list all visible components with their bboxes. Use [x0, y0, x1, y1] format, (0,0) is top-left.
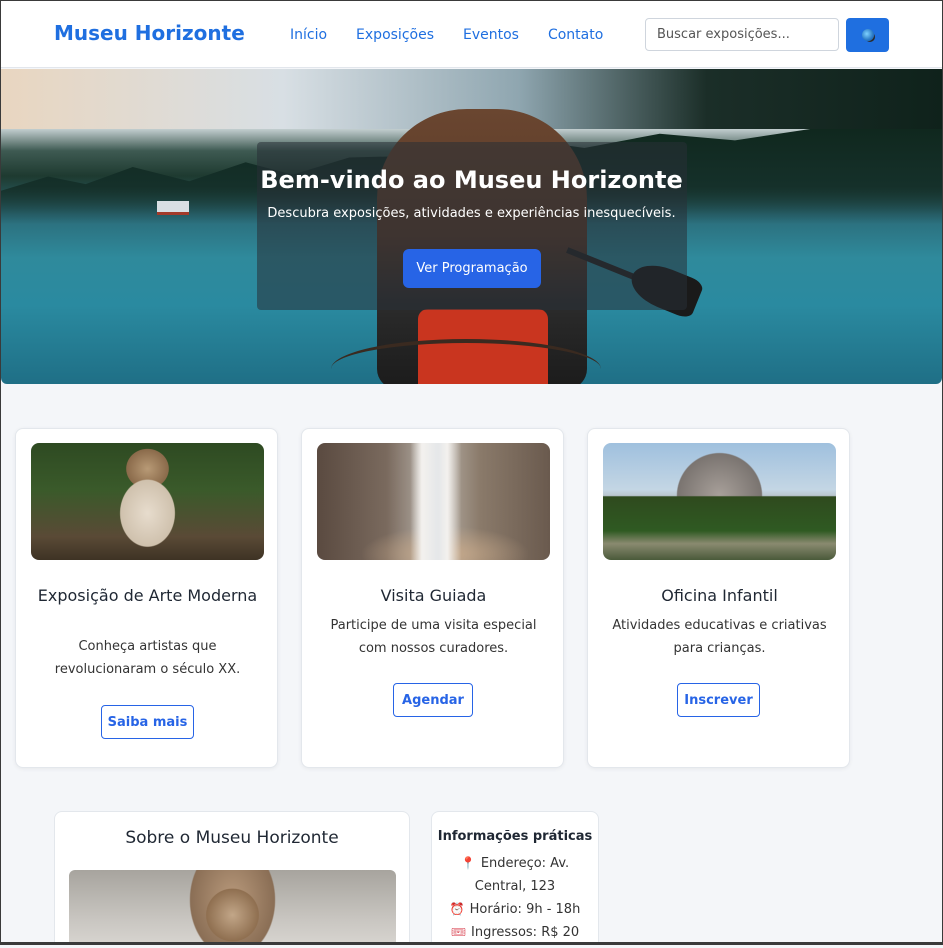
- enroll-button[interactable]: Inscrever: [677, 683, 760, 717]
- ticket-icon: 🎟: [450, 925, 467, 939]
- about-title: Sobre o Museu Horizonte: [125, 828, 339, 848]
- about-section: Sobre o Museu Horizonte: [54, 811, 410, 942]
- card-text: Atividades educativas e criativas para c…: [612, 618, 827, 656]
- nav-link-eventos[interactable]: Eventos: [463, 27, 519, 43]
- card-title: Visita Guiada: [380, 586, 487, 605]
- card-text: Participe de uma visita especial com nos…: [330, 618, 537, 656]
- practical-info: Informações práticas 📍 Endereço: Av. Cent…: [431, 811, 599, 942]
- hero-subtitle: Descubra exposições, atividades e experi…: [267, 206, 676, 221]
- card-image-forest: [603, 443, 836, 560]
- alarm-clock-icon: ⏰: [449, 902, 465, 916]
- main-nav: Início Exposições Eventos Contato: [290, 27, 632, 43]
- site-header: Museu Horizonte Início Exposições Evento…: [1, 1, 942, 68]
- card-image-pug: [31, 443, 264, 560]
- schedule-button[interactable]: Agendar: [393, 683, 473, 717]
- nav-link-inicio[interactable]: Início: [290, 27, 327, 43]
- search-input[interactable]: [645, 18, 839, 51]
- card-title: Oficina Infantil: [661, 586, 778, 605]
- info-address: 📍 Endereço: Av.: [440, 852, 590, 875]
- info-address-line2: Central, 123: [474, 879, 556, 894]
- search-button[interactable]: [846, 18, 889, 52]
- nav-link-exposicoes[interactable]: Exposições: [356, 27, 434, 43]
- site-logo[interactable]: Museu Horizonte: [54, 21, 245, 45]
- page-frame: Museu Horizonte Início Exposições Evento…: [0, 0, 943, 945]
- nav-link-contato[interactable]: Contato: [548, 27, 603, 43]
- card-image-waterfall: [317, 443, 550, 560]
- card-title: Exposição de Arte Moderna: [37, 586, 258, 605]
- card-kids-workshop: Oficina Infantil Atividades educativas e…: [587, 428, 850, 768]
- learn-more-button[interactable]: Saiba mais: [101, 705, 194, 739]
- hero-title: Bem-vindo ao Museu Horizonte: [260, 166, 683, 194]
- search-icon: [861, 29, 874, 41]
- card-modern-art: Exposição de Arte Moderna Conheça artist…: [15, 428, 278, 768]
- card-text: Conheça artistas que revolucionaram o sé…: [54, 639, 241, 677]
- card-guided-tour: Visita Guiada Participe de uma visita es…: [301, 428, 564, 768]
- info-tickets: 🎟 Ingressos: R$ 20: [440, 921, 590, 942]
- view-program-button[interactable]: Ver Programação: [403, 249, 541, 288]
- about-image-pug: [69, 870, 396, 942]
- pin-icon: 📍: [460, 856, 476, 870]
- hero-banner: Bem-vindo ao Museu Horizonte Descubra ex…: [1, 69, 942, 384]
- info-hours: ⏰ Horário: 9h - 18h: [440, 898, 590, 921]
- info-title: Informações práticas: [437, 829, 593, 844]
